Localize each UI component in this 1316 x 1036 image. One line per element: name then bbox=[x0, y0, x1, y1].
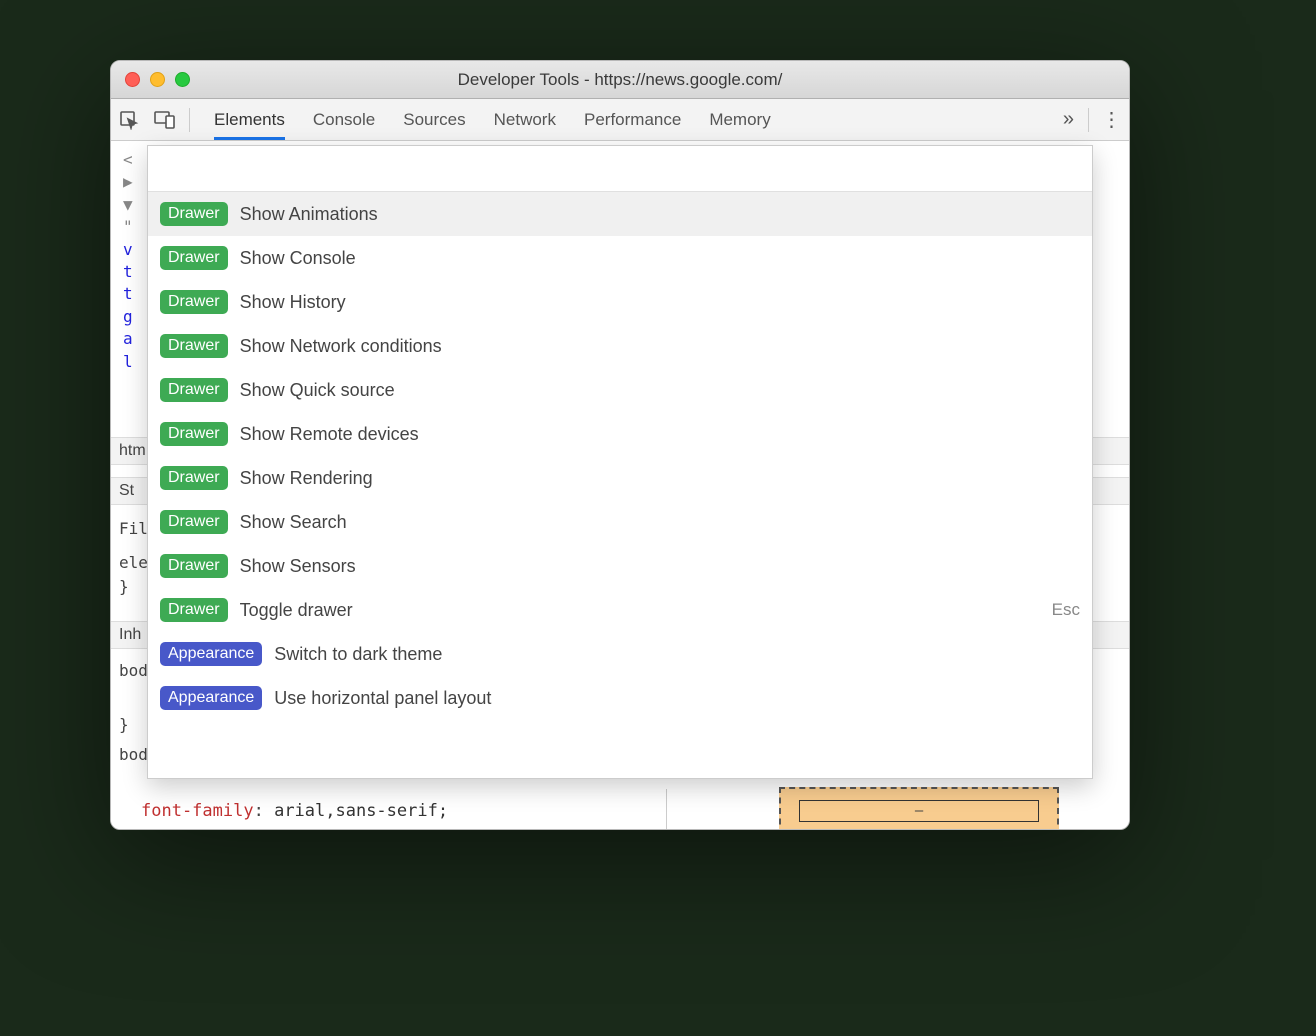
command-input[interactable] bbox=[156, 152, 1084, 185]
tab-performance[interactable]: Performance bbox=[584, 99, 681, 140]
tab-network[interactable]: Network bbox=[494, 99, 556, 140]
command-item[interactable]: Drawer Show Network conditions bbox=[148, 324, 1092, 368]
selector-label: bod bbox=[111, 745, 148, 764]
command-badge: Appearance bbox=[160, 686, 262, 710]
panel-tabs: Elements Console Sources Network Performance… bbox=[196, 99, 1053, 140]
tab-sources[interactable]: Sources bbox=[403, 99, 465, 140]
brace: } bbox=[111, 715, 129, 734]
tab-memory[interactable]: Memory bbox=[709, 99, 770, 140]
separator bbox=[1088, 108, 1089, 132]
separator bbox=[189, 108, 190, 132]
command-item[interactable]: Drawer Show Quick source bbox=[148, 368, 1092, 412]
command-label: Show Search bbox=[240, 512, 1080, 533]
command-badge: Appearance bbox=[160, 642, 262, 666]
command-badge: Drawer bbox=[160, 510, 228, 534]
command-shortcut: Esc bbox=[1052, 600, 1080, 620]
tab-elements[interactable]: Elements bbox=[214, 99, 285, 140]
command-label: Show History bbox=[240, 292, 1080, 313]
device-toggle-icon[interactable] bbox=[147, 99, 183, 140]
command-label: Show Remote devices bbox=[240, 424, 1080, 445]
command-label: Show Animations bbox=[240, 204, 1080, 225]
panel-content: <▶▼"vttgal htm St Filt ele } Inh bod } b… bbox=[111, 141, 1129, 829]
command-label: Show Console bbox=[240, 248, 1080, 269]
command-badge: Drawer bbox=[160, 246, 228, 270]
command-menu: DrawerShow AnimationsDrawerShow ConsoleD… bbox=[147, 145, 1093, 779]
zoom-icon[interactable] bbox=[175, 72, 190, 87]
box-model-border: – bbox=[799, 800, 1039, 822]
window-title: Developer Tools - https://news.google.co… bbox=[111, 70, 1129, 90]
devtools-toolbar: Elements Console Sources Network Performance… bbox=[111, 99, 1129, 141]
command-label: Show Network conditions bbox=[240, 336, 1080, 357]
command-item[interactable]: Appearance Use horizontal panel layout bbox=[148, 676, 1092, 720]
command-item[interactable]: Drawer Show Console bbox=[148, 236, 1092, 280]
command-label: Show Rendering bbox=[240, 468, 1080, 489]
command-badge: Drawer bbox=[160, 422, 228, 446]
command-list: DrawerShow AnimationsDrawerShow ConsoleD… bbox=[148, 192, 1092, 778]
box-model-margin: – bbox=[779, 787, 1059, 830]
command-label: Switch to dark theme bbox=[274, 644, 1080, 665]
command-badge: Drawer bbox=[160, 466, 228, 490]
css-rule: font-family: arial,sans-serif; bbox=[141, 801, 448, 821]
command-input-wrap bbox=[148, 146, 1092, 192]
settings-menu-icon[interactable]: ⋮ bbox=[1095, 107, 1129, 132]
command-item[interactable]: Drawer Show Remote devices bbox=[148, 412, 1092, 456]
devtools-window: Developer Tools - https://news.google.co… bbox=[110, 60, 1130, 830]
command-badge: Drawer bbox=[160, 334, 228, 358]
style-snippet: } bbox=[111, 577, 129, 596]
command-badge: Drawer bbox=[160, 598, 228, 622]
dom-tree-snippet: <▶▼"vttgal bbox=[123, 149, 133, 373]
close-icon[interactable] bbox=[125, 72, 140, 87]
traffic-lights bbox=[111, 72, 190, 87]
command-item[interactable]: Appearance Switch to dark theme bbox=[148, 632, 1092, 676]
css-property: font-family bbox=[141, 801, 254, 821]
minimize-icon[interactable] bbox=[150, 72, 165, 87]
command-label: Show Quick source bbox=[240, 380, 1080, 401]
css-colon: : bbox=[254, 801, 264, 821]
command-item[interactable]: Drawer Show Rendering bbox=[148, 456, 1092, 500]
command-item[interactable]: Drawer Show Animations bbox=[148, 192, 1092, 236]
command-item[interactable]: Drawer Show Sensors bbox=[148, 544, 1092, 588]
command-badge: Drawer bbox=[160, 202, 228, 226]
inspect-element-icon[interactable] bbox=[111, 99, 147, 140]
more-tabs-icon[interactable]: » bbox=[1053, 108, 1082, 131]
command-badge: Drawer bbox=[160, 554, 228, 578]
pane-divider bbox=[666, 789, 667, 829]
command-label: Show Sensors bbox=[240, 556, 1080, 577]
command-label: Toggle drawer bbox=[240, 600, 1040, 621]
tab-console[interactable]: Console bbox=[313, 99, 375, 140]
titlebar: Developer Tools - https://news.google.co… bbox=[111, 61, 1129, 99]
command-item[interactable]: Drawer Show History bbox=[148, 280, 1092, 324]
command-label: Use horizontal panel layout bbox=[274, 688, 1080, 709]
command-item[interactable]: Drawer Show Search bbox=[148, 500, 1092, 544]
css-value: arial,sans-serif; bbox=[264, 801, 448, 821]
style-snippet: ele bbox=[111, 553, 148, 572]
command-badge: Drawer bbox=[160, 378, 228, 402]
command-badge: Drawer bbox=[160, 290, 228, 314]
command-item[interactable]: Drawer Toggle drawer Esc bbox=[148, 588, 1092, 632]
selector-label: bod bbox=[111, 661, 148, 680]
